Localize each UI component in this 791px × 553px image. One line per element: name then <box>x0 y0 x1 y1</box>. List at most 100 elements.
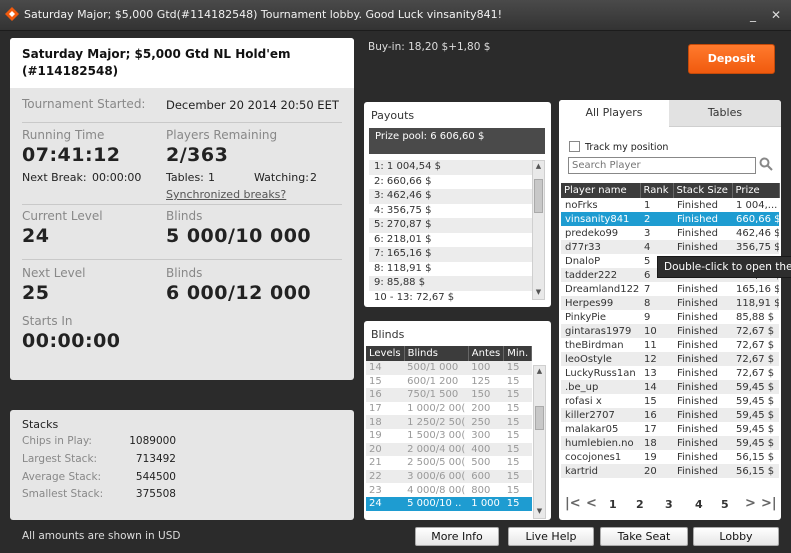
rank-cell: 3 <box>644 227 651 239</box>
scroll-up-icon[interactable]: ▲ <box>534 367 545 375</box>
payouts-list[interactable]: 1: 1 004,54 $ 2: 660,66 $ 3: 462,46 $ 4:… <box>369 160 532 305</box>
table-row[interactable]: Dreamland122 7 Finished 165,16 $ <box>561 282 779 296</box>
last-page-icon[interactable]: >| <box>761 496 777 511</box>
list-item: 2: 660,66 $ <box>374 175 432 187</box>
table-row[interactable]: gintaras1979 10 Finished 72,67 $ <box>561 324 779 338</box>
table-row[interactable]: cocojones1 19 Finished 56,15 $ <box>561 450 779 464</box>
deposit-button[interactable]: Deposit <box>688 44 775 74</box>
current-blinds-label: Blinds <box>166 209 203 223</box>
rank-cell: 7 <box>644 283 651 295</box>
minutes-cell: 15 <box>506 375 520 387</box>
column-header[interactable]: Rank <box>640 183 674 198</box>
stack-size-cell: Finished <box>673 324 732 338</box>
take-seat-button[interactable]: Take Seat <box>600 527 688 546</box>
table-row[interactable]: 21 2 500/5 00(500 15 <box>366 456 532 470</box>
column-header[interactable]: Player name <box>561 183 641 198</box>
table-row[interactable]: humlebien.no 18 Finished 59,45 $ <box>561 436 779 450</box>
level-cell: 18 <box>366 415 405 429</box>
close-button[interactable]: ✕ <box>768 8 784 22</box>
table-row-selected[interactable]: vinsanity841 2 Finished 660,66 $ <box>561 212 779 226</box>
scroll-thumb[interactable] <box>534 179 543 213</box>
table-row[interactable]: Herpes99 8 Finished 118,91 $ <box>561 296 779 310</box>
table-row[interactable]: killer2707 16 Finished 59,45 $ <box>561 408 779 422</box>
page-3[interactable]: 3 <box>665 498 673 511</box>
more-info-button[interactable]: More Info <box>415 527 499 546</box>
logo-icon <box>5 7 19 21</box>
prev-page-icon[interactable]: < <box>586 496 597 511</box>
search-icon[interactable] <box>759 157 773 171</box>
table-row[interactable]: 18 1 250/2 50(250 15 <box>366 415 532 429</box>
minutes-cell: 15 <box>503 496 532 511</box>
table-row[interactable]: 14 500/1 000 100 15 <box>366 361 532 375</box>
table-row[interactable]: 20 2 000/4 00(400 15 <box>366 442 532 457</box>
table-row[interactable]: 15 600/1 200 125 15 <box>366 375 532 389</box>
blinds-panel: Blinds Levels Blinds Antes Min. 14 500/1 … <box>364 321 551 520</box>
blinds-scrollbar[interactable]: ▲ ▼ <box>533 365 546 519</box>
smallest-stack-label: Smallest Stack: <box>22 488 104 500</box>
scroll-thumb[interactable] <box>535 406 544 430</box>
player-name-cell: leoOstyle <box>561 352 640 366</box>
column-header[interactable]: Antes <box>468 346 505 361</box>
scroll-down-icon[interactable]: ▼ <box>533 288 544 296</box>
tab-all-players[interactable]: All Players <box>559 100 669 126</box>
next-page-icon[interactable]: > <box>745 496 756 511</box>
prize-cell: 118,91 $ <box>732 296 779 310</box>
rank-cell: 12 <box>640 352 673 366</box>
largest-stack-value: 713492 <box>135 453 176 465</box>
table-row[interactable]: theBirdman 11 Finished 72,67 $ <box>561 338 779 352</box>
page-2[interactable]: 2 <box>636 498 644 511</box>
stack-size-cell: Finished <box>677 199 718 211</box>
player-name-cell: theBirdman <box>565 339 624 351</box>
column-header[interactable]: Blinds <box>404 346 469 361</box>
scroll-down-icon[interactable]: ▼ <box>534 507 545 515</box>
payouts-scrollbar[interactable]: ▲ ▼ <box>532 160 545 300</box>
antes-cell: 400 <box>468 442 504 457</box>
table-row[interactable]: 23 4 000/8 00(800 15 <box>366 483 532 497</box>
table-row[interactable]: 19 1 500/3 00(300 15 <box>366 429 532 443</box>
synchronized-breaks-link[interactable]: Synchronized breaks? <box>166 188 286 201</box>
minimize-button[interactable]: _ <box>745 8 761 22</box>
table-row[interactable]: leoOstyle 12 Finished 72,67 $ <box>561 352 779 366</box>
player-name-cell: predeko99 <box>565 227 619 239</box>
table-row[interactable]: rofasi x 15 Finished 59,45 $ <box>561 394 779 408</box>
table-row[interactable]: kartrid 20 Finished 56,15 $ <box>561 464 779 478</box>
rank-cell: 20 <box>640 464 673 478</box>
stack-size-cell: Finished <box>677 423 718 435</box>
table-row[interactable]: 16 750/1 500 150 15 <box>366 388 532 402</box>
table-row-current-level[interactable]: 24 5 000/10 .. 1 000 15 <box>366 496 532 511</box>
player-name-cell: cocojones1 <box>565 451 622 463</box>
search-player-input[interactable] <box>568 157 756 174</box>
table-row[interactable]: .be_up 14 Finished 59,45 $ <box>561 380 779 394</box>
page-1[interactable]: 1 <box>609 498 617 511</box>
column-header[interactable]: Min. <box>503 346 533 361</box>
table-row[interactable]: LuckyRuss1an 13 Finished 72,67 $ <box>561 366 779 380</box>
tables-label: Tables: <box>166 171 204 184</box>
page-4[interactable]: 4 <box>695 498 703 511</box>
stacks-panel: Stacks Chips in Play: 1089000 Largest St… <box>10 410 354 520</box>
table-row[interactable]: predeko99 3 Finished 462,46 $ <box>561 226 779 240</box>
column-header[interactable]: Prize <box>732 183 780 198</box>
lobby-button[interactable]: Lobby <box>693 527 779 546</box>
table-row[interactable]: 17 1 000/2 00(200 15 <box>366 402 532 416</box>
rank-cell: 19 <box>644 451 657 463</box>
player-name-cell: d77r33 <box>561 240 640 254</box>
page-5[interactable]: 5 <box>721 498 729 511</box>
scroll-up-icon[interactable]: ▲ <box>533 162 544 170</box>
table-row[interactable]: PinkyPie 9 Finished 85,88 $ <box>561 310 779 324</box>
table-row[interactable]: malakar05 17 Finished 59,45 $ <box>561 422 779 436</box>
list-item: 7: 165,16 $ <box>369 247 532 262</box>
table-row[interactable]: noFrks 1 Finished 1 004,... <box>561 198 779 212</box>
tab-tables[interactable]: Tables <box>669 100 781 127</box>
minutes-cell: 15 <box>506 484 520 496</box>
table-row[interactable]: d77r33 4 Finished 356,75 $ <box>561 240 779 254</box>
rank-cell: 1 <box>644 199 651 211</box>
starts-in-label: Starts In <box>22 314 73 328</box>
column-header[interactable]: Levels <box>366 346 405 361</box>
live-help-button[interactable]: Live Help <box>508 527 594 546</box>
table-row[interactable]: 22 3 000/6 00(600 15 <box>366 469 532 484</box>
first-page-icon[interactable]: |< <box>565 496 581 511</box>
track-position-checkbox[interactable] <box>569 141 580 152</box>
column-header[interactable]: Stack Size <box>673 183 733 198</box>
blinds-cell: 1 250/2 50( <box>404 415 469 429</box>
stack-size-cell: Finished <box>673 212 732 226</box>
